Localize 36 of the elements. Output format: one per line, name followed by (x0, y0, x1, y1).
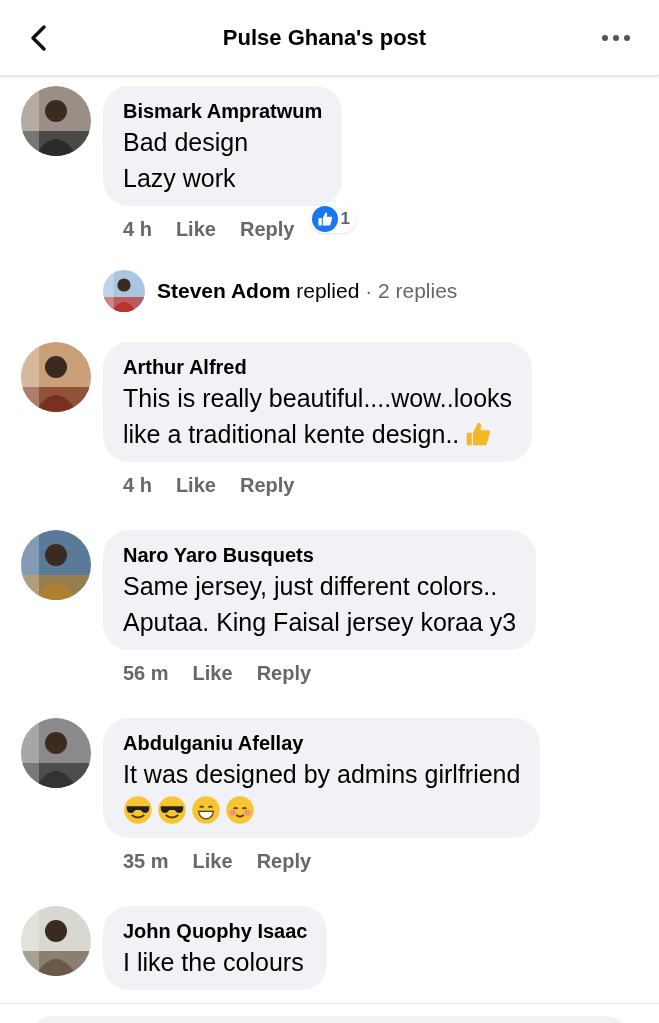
comment-author[interactable]: Arthur Alfred (123, 354, 513, 380)
grinning-face-icon (191, 795, 221, 825)
reply-link[interactable]: Reply (256, 846, 312, 876)
like-icon (312, 206, 339, 232)
like-link[interactable]: Like (192, 846, 233, 876)
more-icon[interactable] (601, 33, 631, 42)
like-link[interactable]: Like (192, 658, 233, 688)
comment-time: 35 m (123, 849, 169, 874)
like-link[interactable]: Like (175, 214, 216, 244)
comment-author[interactable]: Naro Yaro Busquets (123, 542, 517, 568)
comment-text: I like the colours (123, 947, 304, 978)
replies-link[interactable]: Steven Adom replied · 2 replies (157, 275, 458, 307)
comment-text: Aputaa. King Faisal jersey koraa y3 (123, 607, 517, 638)
reaction-badge[interactable]: 1 (310, 205, 356, 233)
sunglasses-face-icon (157, 795, 187, 825)
reply-link[interactable]: Reply (239, 470, 295, 500)
comment-author[interactable]: Bismark Ampratwum (123, 98, 323, 124)
back-icon[interactable] (28, 23, 48, 52)
comment-time: 4 h (123, 473, 152, 498)
comment-time: 4 h (123, 217, 152, 242)
comment-text: Same jersey, just different colors.. (123, 571, 498, 602)
comment-author[interactable]: John Quophy Isaac (123, 918, 308, 944)
page-title: Pulse Ghana's post (222, 24, 427, 52)
comment-text: It was designed by admins girlfriend (123, 759, 521, 790)
comment-text: Lazy work (123, 163, 236, 194)
comment-text: Bad design (123, 127, 249, 158)
comment-author[interactable]: Abdulganiu Afellay (123, 730, 521, 756)
reply-link[interactable]: Reply (239, 214, 295, 244)
reply-link[interactable]: Reply (256, 658, 312, 688)
comment-time: 56 m (123, 661, 169, 686)
sunglasses-face-icon (123, 795, 153, 825)
comment-text: This is really beautiful....wow..looks (123, 383, 513, 414)
comment-text: like a traditional kente design.. (123, 419, 460, 450)
reaction-count: 1 (340, 208, 351, 231)
like-link[interactable]: Like (175, 470, 216, 500)
smiling-face-icon (225, 795, 255, 825)
